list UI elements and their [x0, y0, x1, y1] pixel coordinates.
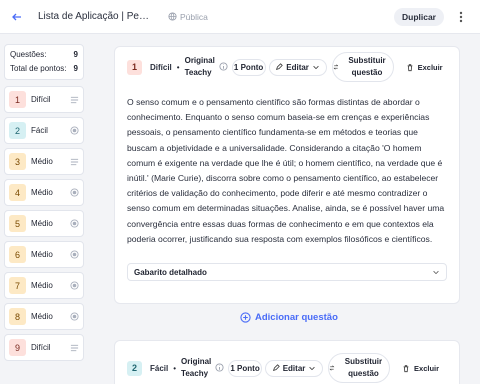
sidebar-question-difficulty: Médio [31, 157, 53, 166]
lines-icon [69, 343, 79, 353]
sidebar-question-item[interactable]: 2 Fácil [4, 117, 84, 144]
info-icon[interactable] [215, 362, 224, 374]
globe-icon [168, 12, 177, 21]
sidebar-question-difficulty: Médio [31, 250, 53, 259]
trash-icon [407, 63, 412, 71]
sidebar-question-item[interactable]: 9 Difícil [4, 334, 84, 361]
substitute-button[interactable]: Substituir questão [331, 52, 394, 82]
delete-button[interactable]: Excluir [406, 63, 443, 72]
sidebar-question-number: 3 [9, 153, 26, 170]
sidebar-question-difficulty: Difícil [31, 95, 51, 104]
delete-label: Excluir [417, 62, 443, 72]
sidebar-question-number: 9 [9, 339, 26, 356]
sidebar-question-number: 5 [9, 215, 26, 232]
info-icon[interactable] [219, 61, 228, 73]
separator-dot: • [173, 363, 177, 373]
substitute-label: Substituir questão [344, 357, 383, 378]
questions-count-value: 9 [73, 50, 78, 59]
radio-icon [69, 126, 79, 136]
radio-icon [69, 312, 79, 322]
sidebar-question-item[interactable]: 4 Médio [4, 179, 84, 206]
sidebar-question-item[interactable]: 6 Médio [4, 241, 84, 268]
points-badge[interactable]: 1 Ponto [231, 58, 266, 76]
questions-count-label: Questões: [10, 50, 47, 59]
total-points-label: Total de pontos: [10, 64, 67, 73]
add-question-button[interactable]: Adicionar questão [240, 312, 338, 323]
question-header: 1 Difícil • Original Teachy 1 Ponto Edit… [115, 47, 459, 87]
edit-label: Editar [286, 62, 309, 72]
back-arrow-icon[interactable] [0, 0, 34, 34]
origin-label: Original Teachy [181, 357, 212, 378]
question-number: 1 [127, 59, 142, 75]
chevron-down-icon [313, 65, 319, 70]
question-card-1: 1 Difícil • Original Teachy 1 Ponto Edit… [114, 46, 460, 304]
duplicate-button[interactable]: Duplicar [394, 8, 444, 26]
sidebar-question-number: 8 [9, 308, 26, 325]
origin-label: Original Teachy [184, 56, 215, 77]
sidebar-question-item[interactable]: 5 Médio [4, 210, 84, 237]
question-text: O senso comum e o pensamento científico … [127, 97, 445, 244]
question-number: 2 [127, 360, 142, 376]
difficulty-label: Fácil [150, 363, 169, 373]
sidebar-question-number: 4 [9, 184, 26, 201]
page-title: Lista de Aplicação | Pensamento Científi… [38, 11, 154, 22]
separator-dot: • [176, 62, 180, 72]
total-points-value: 9 [73, 64, 78, 73]
sidebar-question-difficulty: Médio [31, 219, 53, 228]
delete-label: Excluir [414, 363, 440, 373]
sidebar-question-difficulty: Médio [31, 188, 53, 197]
lines-icon [69, 157, 79, 167]
top-bar: Lista de Aplicação | Pensamento Científi… [0, 0, 480, 34]
swap-icon [333, 64, 338, 70]
substitute-button[interactable]: Substituir questão [328, 353, 391, 383]
question-header: 2 Fácil • Original Teachy 1 Ponto Editar… [115, 341, 459, 384]
pencil-icon [272, 364, 280, 372]
trash-icon [403, 364, 409, 372]
delete-button[interactable]: Excluir [402, 364, 439, 373]
sidebar-question-item[interactable]: 8 Médio [4, 303, 84, 330]
sidebar-question-item[interactable]: 3 Médio [4, 148, 84, 175]
question-card-2: 2 Fácil • Original Teachy 1 Ponto Editar… [114, 340, 460, 384]
edit-dropdown[interactable]: Editar [265, 359, 324, 377]
edit-label: Editar [282, 363, 306, 373]
chevron-down-icon [433, 270, 439, 275]
answer-key-label: Gabarito detalhado [134, 267, 207, 277]
lines-icon [69, 95, 79, 105]
radio-icon [69, 188, 79, 198]
summary-box: Questões: 9 Total de pontos: 9 [4, 44, 84, 80]
sidebar-question-number: 1 [9, 91, 26, 108]
points-badge[interactable]: 1 Ponto [228, 359, 263, 377]
difficulty-label: Difícil [150, 62, 172, 72]
sidebar-question-number: 7 [9, 277, 26, 294]
add-question-label: Adicionar questão [255, 312, 338, 323]
sidebar-question-item[interactable]: 7 Médio [4, 272, 84, 299]
sidebar-question-difficulty: Fácil [31, 126, 48, 135]
more-options-icon[interactable] [452, 8, 470, 26]
visibility-status[interactable]: Pública [168, 12, 208, 22]
answer-key-dropdown[interactable]: Gabarito detalhado [127, 263, 447, 281]
radio-icon [69, 250, 79, 260]
substitute-label: Substituir questão [348, 56, 386, 77]
sidebar-question-number: 6 [9, 246, 26, 263]
sidebar-question-difficulty: Difícil [31, 343, 51, 352]
pencil-icon [276, 63, 284, 71]
question-sidebar: Questões: 9 Total de pontos: 9 1 Difícil 2 Fá… [0, 34, 94, 384]
swap-icon [329, 365, 335, 371]
radio-icon [69, 281, 79, 291]
sidebar-question-item[interactable]: 1 Difícil [4, 86, 84, 113]
sidebar-question-difficulty: Médio [31, 281, 53, 290]
sidebar-question-difficulty: Médio [31, 312, 53, 321]
chevron-down-icon [309, 366, 316, 371]
radio-icon [69, 219, 79, 229]
sidebar-question-number: 2 [9, 122, 26, 139]
edit-dropdown[interactable]: Editar [268, 58, 327, 76]
plus-circle-icon [240, 312, 251, 323]
visibility-label: Pública [180, 11, 208, 22]
